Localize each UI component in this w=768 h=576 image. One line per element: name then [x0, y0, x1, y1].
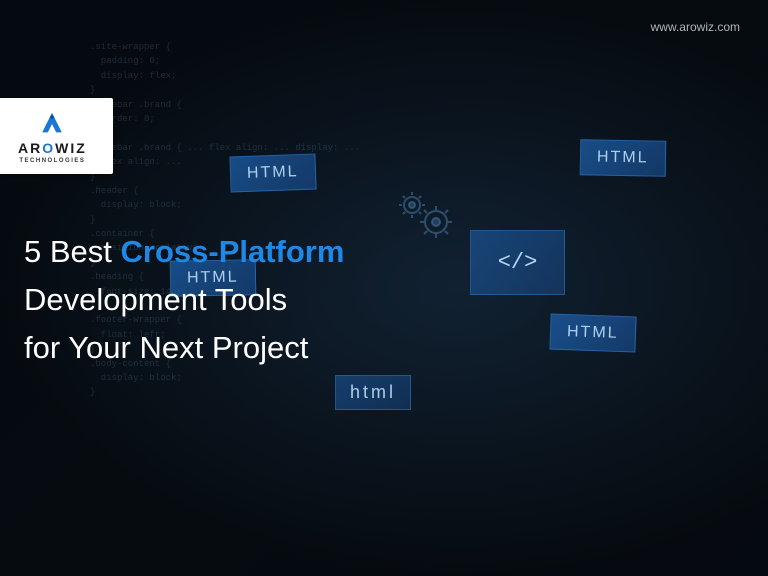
gears-icon	[390, 180, 460, 255]
html-badge-lower: html	[335, 375, 411, 410]
logo-tagline: TECHNOLOGIES	[19, 158, 85, 164]
headline-prefix: 5 Best	[24, 234, 121, 269]
website-url: www.arowiz.com	[651, 20, 740, 34]
headline-line-2: Development Tools	[24, 276, 344, 324]
logo-name: AROWIZ	[18, 140, 87, 156]
logo-card: AROWIZ TECHNOLOGIES	[0, 98, 113, 174]
logo-name-suffix: WIZ	[55, 140, 87, 156]
headline-line-1: 5 Best Cross-Platform	[24, 228, 344, 276]
html-badge: HTML	[549, 314, 636, 353]
arowiz-logo-icon	[38, 110, 66, 138]
html-badge: HTML	[580, 139, 666, 176]
code-bracket-panel: </>	[470, 230, 565, 295]
headline-line-3: for Your Next Project	[24, 324, 344, 372]
logo-name-accent: O	[42, 140, 55, 156]
html-badge: HTML	[229, 154, 316, 193]
headline-highlight: Cross-Platform	[121, 234, 345, 269]
logo-name-prefix: AR	[18, 140, 42, 156]
headline: 5 Best Cross-Platform Development Tools …	[24, 228, 344, 372]
